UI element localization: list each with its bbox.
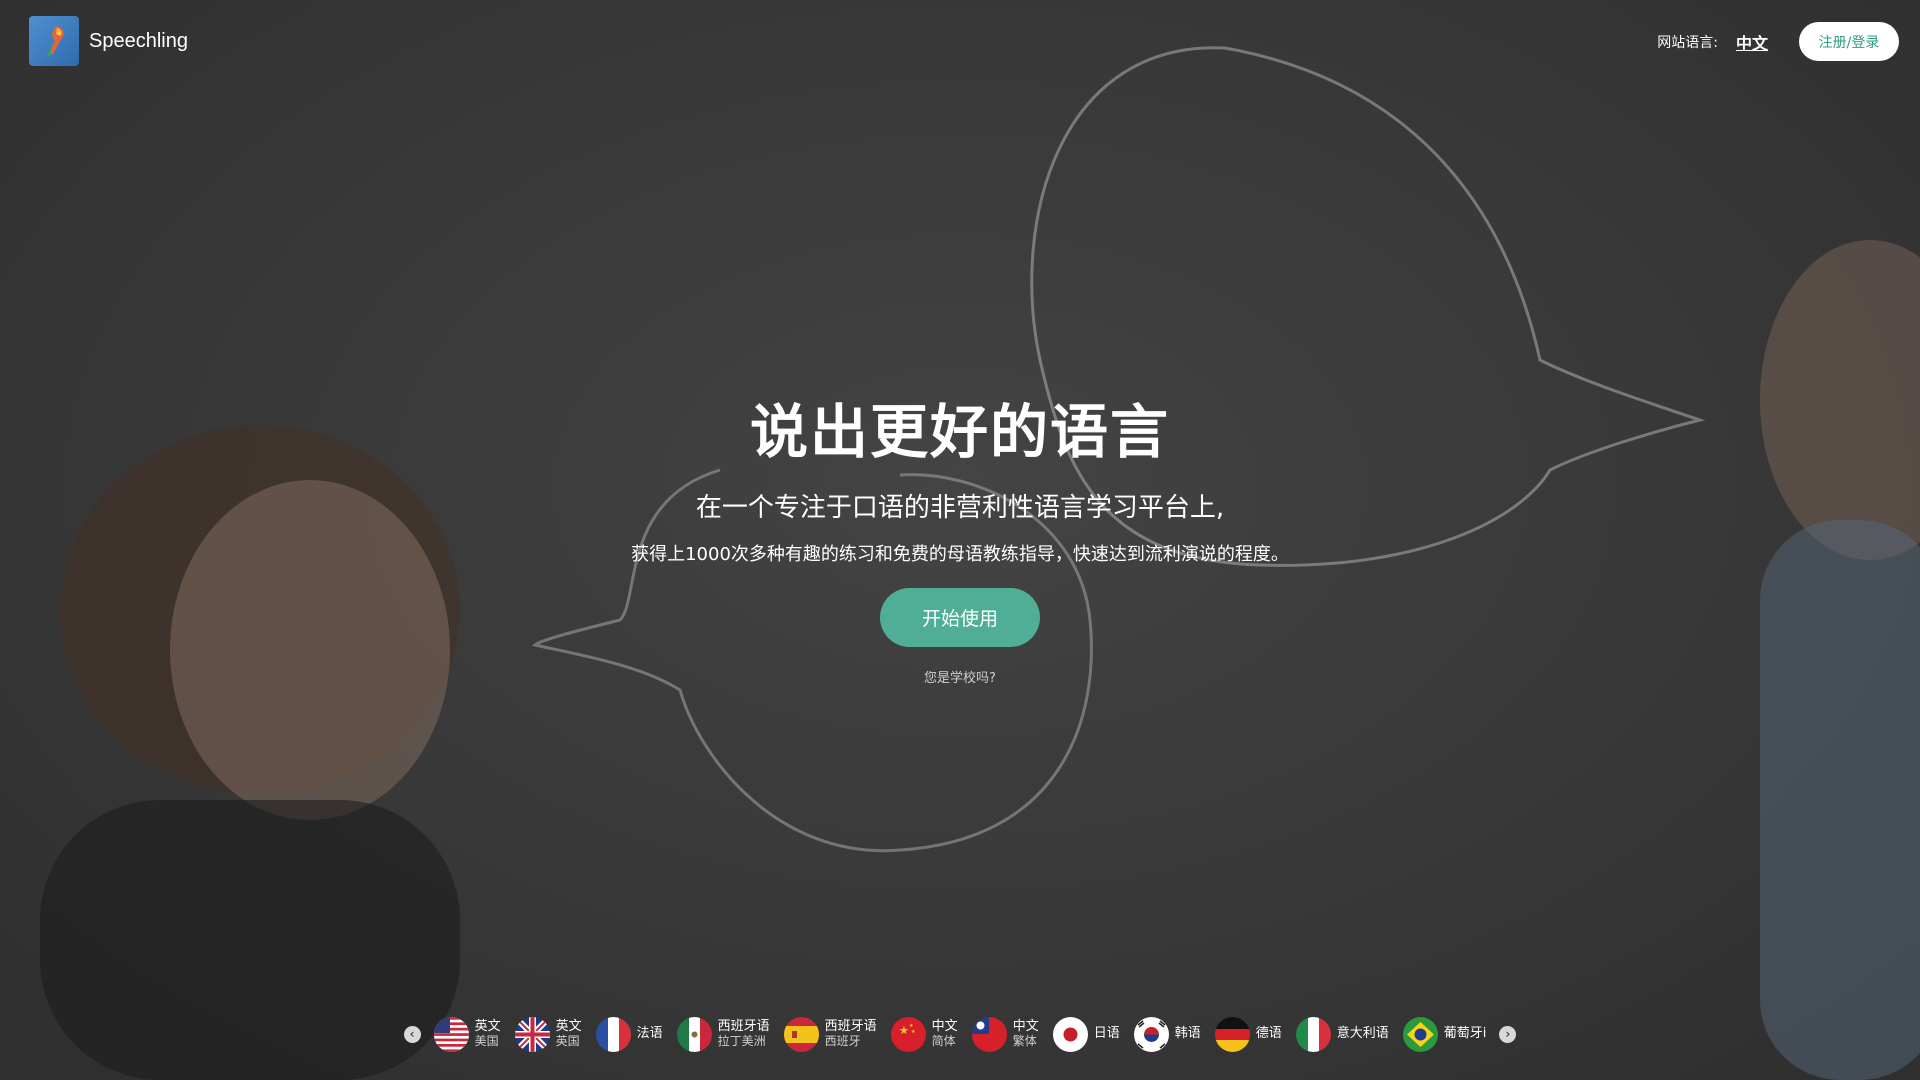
language-name: 意大利语 <box>1336 1026 1389 1041</box>
language-name: 葡萄牙i <box>1443 1026 1487 1041</box>
language-name: 德语 <box>1255 1026 1282 1041</box>
language-variant: 繁体 <box>1012 1034 1037 1048</box>
france-flag-icon <box>595 1016 631 1052</box>
school-link[interactable]: 您是学校吗? <box>0 667 1920 686</box>
language-name: 英文 <box>474 1019 501 1034</box>
carousel-prev-icon[interactable]: ‹ <box>403 1025 421 1043</box>
language-variant: 西班牙 <box>824 1034 861 1048</box>
germany-flag-icon <box>1214 1016 1250 1052</box>
site-language-link[interactable]: 中文 <box>1736 30 1768 54</box>
taiwan-flag-icon <box>971 1016 1007 1052</box>
site-language-switcher: 网站语言: 中文 <box>1657 30 1768 54</box>
language-item-chinese-traditional[interactable]: 中文 繁体 <box>971 1016 1039 1052</box>
language-variant: 简体 <box>931 1034 956 1048</box>
language-item-english-uk[interactable]: 英文 英国 <box>514 1016 582 1052</box>
language-carousel: ‹ 英文 美国 英文 英国 法语 西班牙语 拉丁美洲 西班牙语 西班牙 ★ ★ … <box>0 1016 1920 1052</box>
site-language-label: 网站语言: <box>1657 35 1718 51</box>
language-name: 日语 <box>1093 1026 1120 1041</box>
language-item-chinese-simplified[interactable]: ★ ★ ★ 中文 简体 <box>890 1016 958 1052</box>
language-item-german[interactable]: 德语 <box>1214 1016 1282 1052</box>
brand-logo[interactable]: Speechling <box>29 16 188 66</box>
uk-flag-icon <box>514 1016 550 1052</box>
language-name: 韩语 <box>1174 1026 1201 1041</box>
language-name: 中文 <box>1012 1019 1039 1034</box>
korea-flag-icon <box>1133 1016 1169 1052</box>
svg-text:★: ★ <box>899 1024 909 1037</box>
language-variant: 拉丁美洲 <box>717 1034 766 1048</box>
signup-login-button[interactable]: 注册/登录 <box>1799 22 1899 61</box>
language-variant: 美国 <box>474 1034 499 1048</box>
language-item-italian[interactable]: 意大利语 <box>1295 1016 1389 1052</box>
china-flag-icon: ★ ★ ★ <box>890 1016 926 1052</box>
language-item-portuguese[interactable]: 葡萄牙i <box>1402 1016 1487 1052</box>
parrot-logo-icon <box>29 16 79 66</box>
language-item-korean[interactable]: 韩语 <box>1133 1016 1201 1052</box>
brand-name: Speechling <box>89 29 188 52</box>
japan-flag-icon <box>1052 1016 1088 1052</box>
hero-title: 说出更好的语言 <box>749 398 1170 466</box>
mexico-flag-icon <box>676 1016 712 1052</box>
hero-description: 获得上1000次多种有趣的练习和免费的母语教练指导，快速达到流利演说的程度。 <box>631 544 1289 565</box>
language-item-japanese[interactable]: 日语 <box>1052 1016 1120 1052</box>
language-variant: 英国 <box>555 1034 580 1048</box>
language-item-french[interactable]: 法语 <box>595 1016 663 1052</box>
language-name: 中文 <box>931 1019 958 1034</box>
us-flag-icon <box>433 1016 469 1052</box>
get-started-button[interactable]: 开始使用 <box>880 588 1040 647</box>
spain-flag-icon <box>783 1016 819 1052</box>
hero-subtitle: 在一个专注于口语的非营利性语言学习平台上, <box>695 493 1225 523</box>
italy-flag-icon <box>1295 1016 1331 1052</box>
carousel-next-icon[interactable]: › <box>1499 1025 1517 1043</box>
language-name: 英文 <box>555 1019 582 1034</box>
hero-section: 说出更好的语言 在一个专注于口语的非营利性语言学习平台上, 获得上1000次多种… <box>0 385 1920 686</box>
brazil-flag-icon <box>1402 1016 1438 1052</box>
language-item-spanish-latam[interactable]: 西班牙语 拉丁美洲 <box>676 1016 770 1052</box>
svg-text:★: ★ <box>911 1029 916 1035</box>
language-name: 法语 <box>636 1026 663 1041</box>
language-name: 西班牙语 <box>717 1019 770 1034</box>
language-item-spanish-spain[interactable]: 西班牙语 西班牙 <box>783 1016 877 1052</box>
language-name: 西班牙语 <box>824 1019 877 1034</box>
language-item-english-us[interactable]: 英文 美国 <box>433 1016 501 1052</box>
